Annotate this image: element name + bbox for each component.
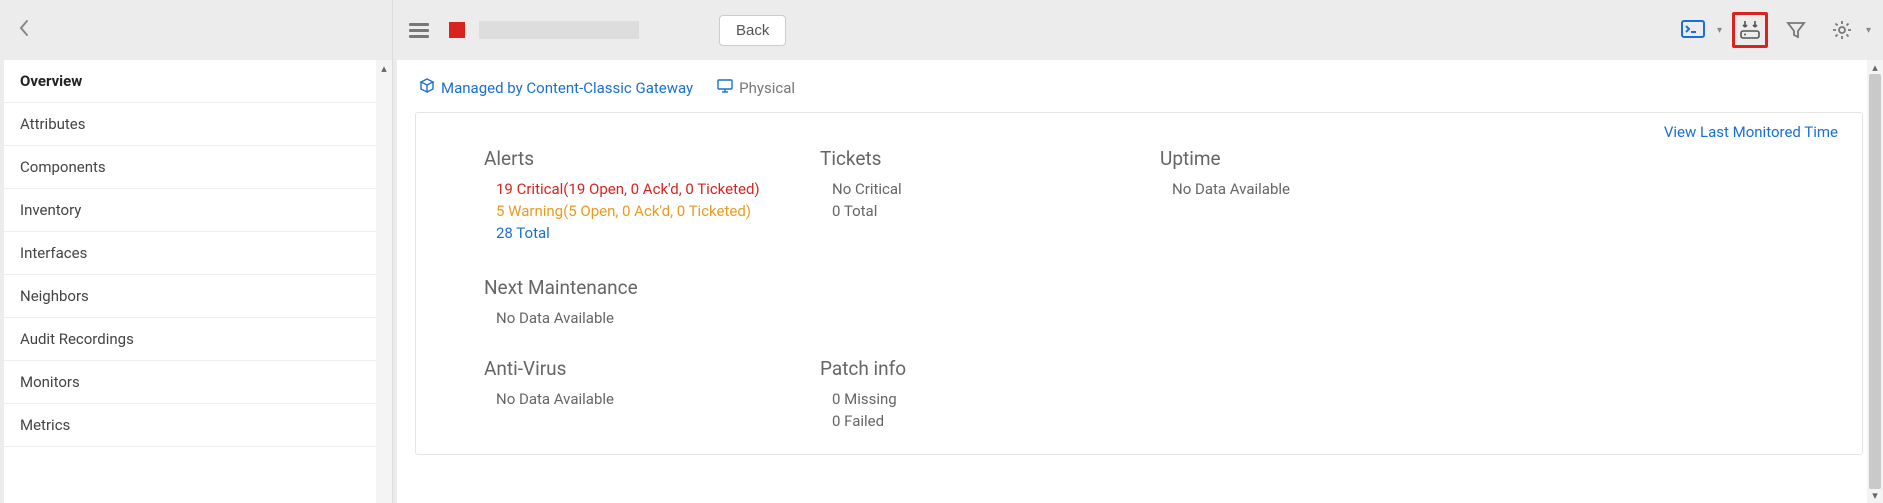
- scroll-thumb[interactable]: [1869, 74, 1881, 489]
- device-title-redacted: [479, 21, 639, 39]
- alerts-critical[interactable]: 19 Critical(19 Open, 0 Ack'd, 0 Ticketed…: [496, 180, 780, 198]
- scroll-up-icon[interactable]: ▴: [1867, 61, 1883, 74]
- toolbar: Back ▾ ▾: [393, 0, 1883, 60]
- sidebar-list: Overview Attributes Components Inventory…: [4, 60, 376, 503]
- sidebar-item-components[interactable]: Components: [4, 146, 376, 189]
- patch-title: Patch info: [820, 357, 1120, 380]
- sidebar-item-overview[interactable]: Overview: [4, 60, 376, 103]
- breadcrumb-physical: Physical: [717, 79, 795, 97]
- sidebar-scrollbar[interactable]: ▴: [376, 60, 392, 503]
- sidebar-item-audit-recordings[interactable]: Audit Recordings: [4, 318, 376, 361]
- monitor-icon: [717, 79, 733, 97]
- sidebar: Overview Attributes Components Inventory…: [0, 0, 392, 503]
- breadcrumb-managed-by[interactable]: Managed by Content-Classic Gateway: [419, 78, 693, 98]
- app-root: Overview Attributes Components Inventory…: [0, 0, 1883, 503]
- uptime-body: No Data Available: [1172, 180, 1460, 198]
- back-chevron-icon[interactable]: [18, 19, 30, 42]
- alerts-warning[interactable]: 5 Warning(5 Open, 0 Ack'd, 0 Ticketed): [496, 202, 780, 220]
- breadcrumb: Managed by Content-Classic Gateway Physi…: [415, 78, 1863, 98]
- panel-row-3: Anti-Virus No Data Available Patch info …: [440, 357, 1838, 430]
- download-icon[interactable]: [1732, 12, 1768, 48]
- scroll-up-icon[interactable]: ▴: [376, 62, 392, 75]
- content-scrollbar[interactable]: ▴ ▾: [1867, 60, 1883, 503]
- tickets-total: 0 Total: [832, 202, 1120, 220]
- patch-missing: 0 Missing: [832, 390, 1120, 408]
- cube-icon: [419, 78, 435, 98]
- panel-top-row: View Last Monitored Time: [440, 123, 1838, 141]
- hamburger-icon[interactable]: [405, 19, 433, 42]
- antivirus-title: Anti-Virus: [484, 357, 780, 380]
- sidebar-item-interfaces[interactable]: Interfaces: [4, 232, 376, 275]
- status-indicator: [449, 22, 465, 38]
- content: Managed by Content-Classic Gateway Physi…: [397, 60, 1867, 503]
- uptime-section: Uptime No Data Available: [1160, 147, 1460, 242]
- filter-icon[interactable]: [1778, 12, 1814, 48]
- back-button[interactable]: Back: [719, 15, 786, 46]
- sidebar-item-neighbors[interactable]: Neighbors: [4, 275, 376, 318]
- view-last-monitored-link[interactable]: View Last Monitored Time: [1664, 123, 1838, 141]
- scroll-down-icon[interactable]: ▾: [1867, 489, 1883, 502]
- tickets-no-critical: No Critical: [832, 180, 1120, 198]
- next-maintenance-section: Next Maintenance No Data Available: [440, 276, 780, 327]
- alerts-section: Alerts 19 Critical(19 Open, 0 Ack'd, 0 T…: [440, 147, 780, 242]
- main: Back ▾ ▾: [392, 0, 1883, 503]
- antivirus-section: Anti-Virus No Data Available: [440, 357, 780, 430]
- next-maintenance-title: Next Maintenance: [484, 276, 780, 299]
- sidebar-header: [0, 0, 392, 60]
- sidebar-item-attributes[interactable]: Attributes: [4, 103, 376, 146]
- console-icon[interactable]: [1675, 12, 1711, 48]
- next-maintenance-body: No Data Available: [496, 309, 780, 327]
- overview-panel: View Last Monitored Time Alerts 19 Criti…: [415, 112, 1863, 455]
- alerts-total[interactable]: 28 Total: [496, 224, 780, 242]
- antivirus-body: No Data Available: [496, 390, 780, 408]
- gear-dropdown-caret[interactable]: ▾: [1866, 25, 1871, 36]
- breadcrumb-managed-by-label: Managed by Content-Classic Gateway: [441, 79, 693, 97]
- alerts-title: Alerts: [484, 147, 780, 170]
- sidebar-item-inventory[interactable]: Inventory: [4, 189, 376, 232]
- sidebar-item-metrics[interactable]: Metrics: [4, 404, 376, 447]
- sidebar-item-monitors[interactable]: Monitors: [4, 361, 376, 404]
- uptime-title: Uptime: [1160, 147, 1460, 170]
- sidebar-body: Overview Attributes Components Inventory…: [0, 60, 392, 503]
- tickets-section: Tickets No Critical 0 Total: [820, 147, 1120, 242]
- patch-section: Patch info 0 Missing 0 Failed: [820, 357, 1120, 430]
- breadcrumb-physical-label: Physical: [739, 79, 795, 97]
- tickets-title: Tickets: [820, 147, 1120, 170]
- patch-failed: 0 Failed: [832, 412, 1120, 430]
- panel-row-1: Alerts 19 Critical(19 Open, 0 Ack'd, 0 T…: [440, 147, 1838, 242]
- console-dropdown-caret[interactable]: ▾: [1717, 25, 1722, 36]
- panel-row-2: Next Maintenance No Data Available: [440, 276, 1838, 327]
- gear-icon[interactable]: [1824, 12, 1860, 48]
- content-wrap: Managed by Content-Classic Gateway Physi…: [393, 60, 1883, 503]
